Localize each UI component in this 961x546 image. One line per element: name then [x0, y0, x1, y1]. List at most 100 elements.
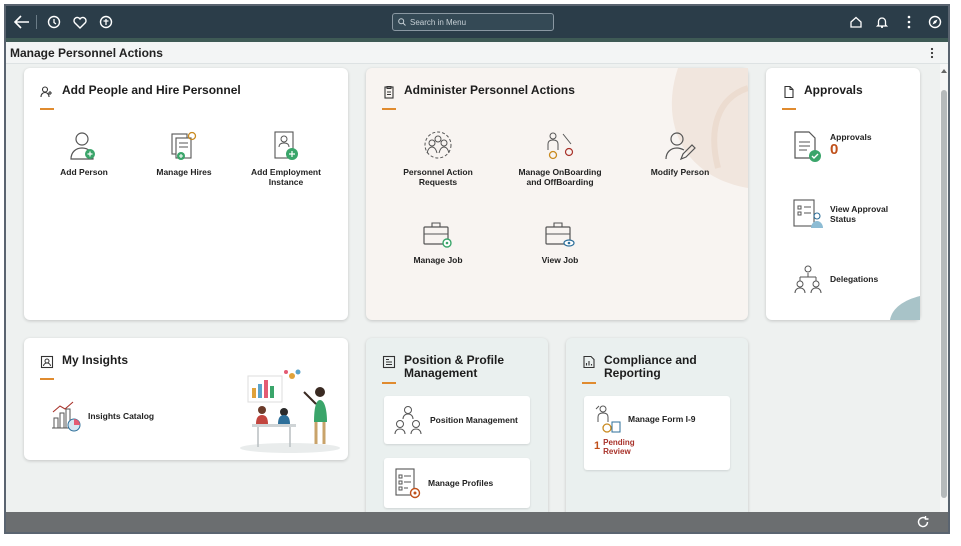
title-underline	[582, 382, 596, 384]
tile-approvals: Approvals Approvals 0 View Approval Stat…	[766, 68, 920, 320]
notification-icon[interactable]	[872, 12, 892, 32]
manage-profiles-link[interactable]: Manage Profiles	[394, 467, 493, 499]
item-label: Manage Form I-9	[628, 414, 696, 424]
pending-label: Pending	[603, 438, 635, 447]
tile-title-line2: Reporting	[604, 366, 661, 380]
manage-job-icon	[423, 222, 452, 248]
item-label: View Job	[541, 255, 579, 265]
manage-profiles-card[interactable]: Manage Profiles	[384, 458, 530, 508]
tile-add-people: Add People and Hire Personnel Add Person…	[24, 68, 348, 320]
position-profile-icon	[382, 355, 396, 369]
item-label: Add Employment Instance	[251, 167, 321, 187]
vertical-scrollbar[interactable]	[940, 64, 948, 512]
item-label: Add Person	[60, 167, 108, 177]
tile-title-line2: Management	[404, 366, 478, 380]
position-management-icon	[394, 406, 422, 435]
personnel-action-requests-icon	[424, 131, 452, 159]
manage-job-link[interactable]: Manage Job	[400, 220, 476, 265]
search-icon	[398, 18, 406, 26]
approvals-label: Approvals	[830, 131, 872, 142]
clipboard-icon	[384, 86, 394, 99]
approvals-doc-icon	[784, 85, 794, 99]
item-label: Manage Profiles	[428, 478, 494, 488]
manage-onboarding-link[interactable]: Manage OnBoarding and OffBoarding	[512, 130, 608, 187]
tile-title: Administer Personnel Actions	[404, 83, 575, 97]
view-approval-status-link[interactable]: View Approval Status	[792, 198, 900, 230]
add-employment-instance-link[interactable]: Add Employment Instance	[246, 130, 326, 187]
modify-person-icon	[665, 132, 696, 161]
position-management-card[interactable]: Position Management	[384, 396, 530, 444]
add-employment-icon	[274, 131, 298, 160]
compass-icon[interactable]	[925, 12, 945, 32]
page-title: Manage Personnel Actions	[10, 45, 163, 60]
manage-profiles-icon	[395, 468, 421, 499]
top-navigation-bar: Search in Menu	[6, 6, 948, 38]
divider	[36, 15, 37, 29]
manage-form-i9-link[interactable]: Manage Form I-9	[594, 404, 696, 434]
approvals-icon	[794, 131, 821, 162]
home-icon[interactable]	[846, 12, 866, 32]
tile-area: Add People and Hire Personnel Add Person…	[6, 64, 940, 512]
search-placeholder: Search in Menu	[410, 17, 467, 27]
insights-icon	[40, 355, 54, 369]
tile-title: Approvals	[804, 83, 863, 97]
manage-form-i9-card[interactable]: Manage Form I-9 1 Pending Review	[584, 396, 730, 470]
report-icon	[583, 355, 595, 369]
tile-administer-personnel-actions: Administer Personnel Actions Personnel A…	[366, 68, 748, 320]
pending-count: 1	[594, 440, 601, 452]
title-underline	[382, 382, 396, 384]
form-i9-icon	[595, 405, 621, 433]
page-title-bar: Manage Personnel Actions	[6, 42, 948, 64]
onboarding-icon	[547, 132, 574, 160]
approvals-link[interactable]: Approvals 0	[792, 130, 872, 164]
position-management-link[interactable]: Position Management	[392, 404, 518, 436]
bottom-status-bar	[6, 512, 948, 532]
title-underline	[40, 108, 54, 110]
item-label: Position Management	[430, 415, 518, 425]
item-label: Manage Job	[413, 255, 463, 265]
title-underline	[40, 378, 54, 380]
item-label: Insights Catalog	[88, 411, 155, 421]
title-underline	[382, 108, 396, 110]
view-approval-status-icon	[793, 199, 823, 228]
scroll-up-icon[interactable]	[941, 68, 947, 73]
item-label: Manage OnBoarding and OffBoarding	[518, 167, 602, 187]
view-job-link[interactable]: View Job	[522, 220, 598, 265]
search-input[interactable]: Search in Menu	[392, 13, 554, 31]
page-actions-icon[interactable]	[930, 46, 934, 64]
manage-hires-icon	[171, 131, 197, 160]
decorative-leaf	[890, 296, 920, 320]
item-label: Manage Hires	[156, 167, 212, 177]
tile-compliance-reporting: Compliance and Reporting Manage Form I-9…	[566, 338, 748, 512]
personnel-action-requests-link[interactable]: Personnel Action Requests	[394, 130, 482, 187]
view-job-icon	[545, 222, 575, 247]
title-underline	[782, 108, 796, 110]
team-meeting-illustration	[240, 369, 340, 453]
pending-review-status[interactable]: 1 Pending Review	[594, 438, 635, 456]
insights-catalog-icon	[52, 401, 81, 432]
actions-menu-icon[interactable]	[899, 12, 919, 32]
delegations-link[interactable]: Delegations	[792, 264, 878, 294]
tile-title: Add People and Hire Personnel	[62, 83, 241, 97]
insights-catalog-link[interactable]: Insights Catalog	[50, 400, 154, 432]
favorites-icon[interactable]	[70, 12, 90, 32]
modify-person-link[interactable]: Modify Person	[642, 130, 718, 177]
tile-my-insights: My Insights Insights Catalog	[24, 338, 348, 460]
history-icon[interactable]	[44, 12, 64, 32]
add-people-icon	[40, 86, 52, 98]
tile-position-profile: Position & Profile Management Position M…	[366, 338, 548, 512]
refresh-icon[interactable]	[916, 515, 930, 532]
item-label: Personnel Action Requests	[403, 167, 473, 187]
item-label: Delegations	[830, 274, 879, 284]
item-label: Modify Person	[650, 167, 710, 177]
back-arrow-icon[interactable]	[12, 12, 32, 32]
app-window: Search in Menu Manage Personnel Actions	[4, 4, 950, 534]
approvals-count: 0	[830, 140, 839, 158]
add-person-icon	[70, 132, 95, 160]
navbar-icon[interactable]	[96, 12, 116, 32]
manage-hires-link[interactable]: Manage Hires	[146, 130, 222, 177]
add-person-link[interactable]: Add Person	[46, 130, 122, 177]
review-label: Review	[603, 447, 631, 456]
scrollbar-thumb[interactable]	[941, 90, 947, 498]
item-label: View Approval Status	[830, 204, 889, 224]
